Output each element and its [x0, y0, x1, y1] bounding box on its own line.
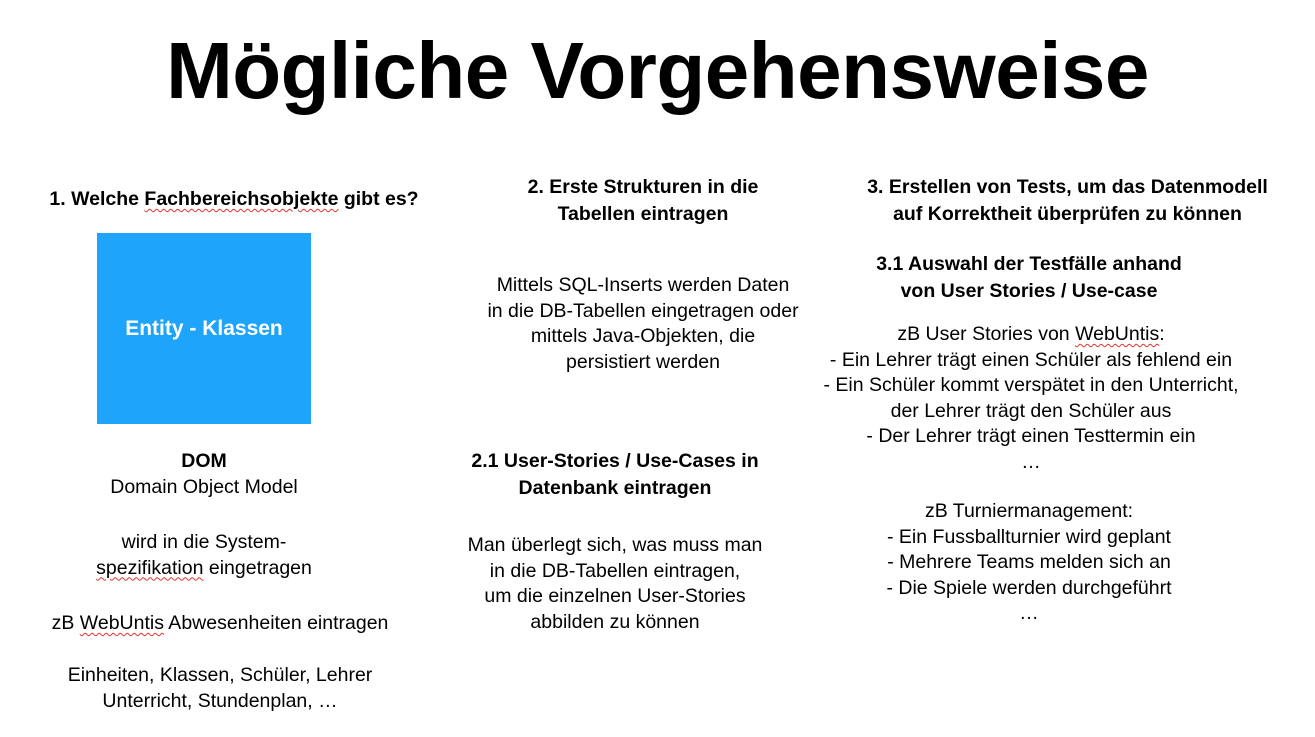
col1-heading-pre: 1. Welche — [49, 188, 145, 210]
col2-sub-paragraph: Man überlegt sich, was muss man in die D… — [415, 533, 815, 635]
example-post: Abwesenheiten eintragen — [163, 612, 389, 634]
entity-classes-label: Entity - Klassen — [125, 316, 283, 340]
col2-subheading-line2: Datenbank eintragen — [518, 477, 712, 499]
units-line2: Unterricht, Stundenplan, … — [102, 689, 338, 712]
example-word: WebUntis — [79, 612, 164, 634]
list-item: - Der Lehrer trägt einen Testtermin ein — [866, 425, 1196, 447]
col3-subheading: 3.1 Auswahl der Testfälle anhand von Use… — [829, 251, 1229, 305]
spec-line1: wird in die System- — [121, 531, 287, 553]
dom-title: DOM — [181, 450, 227, 472]
col3-subheading-line1: 3.1 Auswahl der Testfälle anhand — [876, 253, 1182, 275]
list-item: … — [1021, 450, 1041, 473]
dom-block: DOM Domain Object Model — [0, 448, 408, 501]
col2-heading: 2. Erste Strukturen in die Tabellen eint… — [443, 174, 843, 228]
webuntis-intro-post: : — [1159, 323, 1165, 345]
col2-subheading-line1: 2.1 User-Stories / Use-Cases in — [471, 450, 759, 472]
list-item: … — [1019, 602, 1039, 624]
col2-heading-line2: Tabellen eintragen — [557, 203, 729, 225]
turnier-stories: zB Turniermanagement: - Ein Fussballturn… — [829, 499, 1229, 627]
spec-line2-post: eingetragen — [203, 556, 312, 579]
col3-heading-line2: auf Korrektheit überprüfen zu können — [893, 203, 1242, 225]
example-line: zB WebUntis Abwesenheiten eintragen — [0, 611, 440, 637]
col2-sub-para-line: abbilden zu können — [530, 610, 700, 633]
example-pre: zB — [51, 612, 80, 634]
webuntis-intro-pre: zB User Stories von — [897, 323, 1076, 345]
col2-paragraph: Mittels SQL-Inserts werden Daten in die … — [443, 273, 843, 375]
col1-heading-word: Fachbereichsobjekte — [144, 188, 339, 210]
list-item: - Mehrere Teams melden sich an — [887, 551, 1171, 573]
col2-para-line: persistiert werden — [566, 350, 720, 373]
spec-block: wird in die System- spezifikation einget… — [0, 530, 408, 581]
col2-sub-para-line: um die einzelnen User-Stories — [484, 585, 746, 607]
list-item: - Die Spiele werden durchgeführt — [886, 576, 1172, 599]
slide-title: Mögliche Vorgehensweise — [166, 26, 1149, 115]
list-item: - Ein Lehrer trägt einen Schüler als feh… — [829, 348, 1233, 371]
entity-classes-box: Entity - Klassen — [97, 233, 311, 424]
col2-heading-line1: 2. Erste Strukturen in die — [527, 176, 759, 198]
dom-subtitle: Domain Object Model — [110, 476, 298, 498]
col1-heading-post: gibt es? — [338, 188, 419, 210]
webuntis-stories: zB User Stories von WebUntis: - Ein Lehr… — [791, 322, 1271, 475]
units-line1: Einheiten, Klassen, Schüler, Lehrer — [67, 664, 373, 686]
webuntis-intro-word: WebUntis — [1075, 323, 1160, 345]
col2-para-line: Mittels SQL-Inserts werden Daten — [496, 274, 790, 296]
col3-heading: 3. Erstellen von Tests, um das Datenmode… — [820, 174, 1315, 228]
col2-para-line: mittels Java-Objekten, die — [530, 325, 756, 347]
col2-para-line: in die DB-Tabellen eingetragen oder — [487, 299, 799, 322]
list-item: - Ein Schüler kommt verspätet in den Unt… — [823, 374, 1239, 396]
spec-line2-word: spezifikation — [96, 556, 204, 579]
col2-sub-para-line: Man überlegt sich, was muss man — [467, 534, 763, 556]
col3-subheading-line2: von User Stories / Use-case — [900, 280, 1158, 302]
col1-heading: 1. Welche Fachbereichsobjekte gibt es? — [0, 186, 468, 213]
turnier-intro: zB Turniermanagement: — [924, 500, 1134, 522]
units-block: Einheiten, Klassen, Schüler, Lehrer Unte… — [0, 663, 440, 714]
list-item: der Lehrer trägt den Schüler aus — [890, 399, 1172, 422]
list-item: - Ein Fussballturnier wird geplant — [887, 525, 1171, 548]
col2-subheading: 2.1 User-Stories / Use-Cases in Datenban… — [415, 448, 815, 502]
col2-sub-para-line: in die DB-Tabellen eintragen, — [489, 559, 741, 582]
col3-heading-line1: 3. Erstellen von Tests, um das Datenmode… — [867, 176, 1268, 198]
